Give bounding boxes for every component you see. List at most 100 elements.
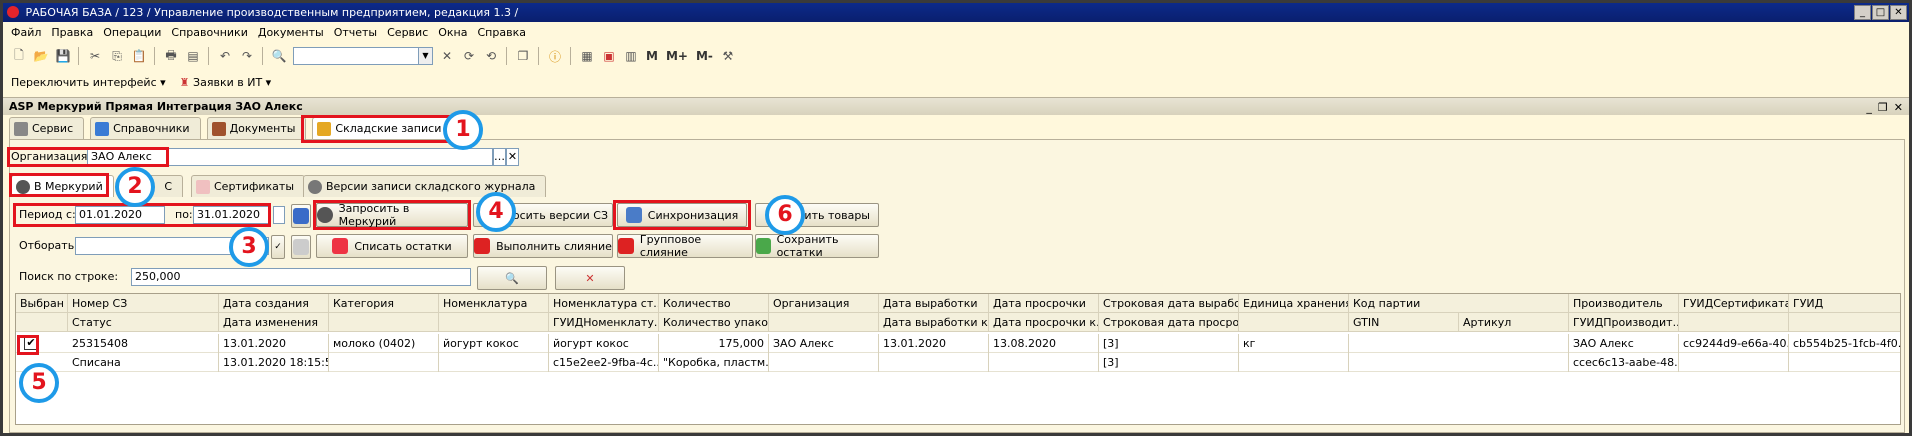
save-rest-button[interactable]: Сохранить остатки [755,233,879,259]
clear-search-button[interactable]: ✕ [555,266,625,290]
tab-catalogs[interactable]: Справочники [90,117,201,139]
chevron-down-icon[interactable]: ▼ [418,48,432,64]
switch-interface-button[interactable]: Переключить интерфейс ▾ [11,76,166,89]
search-input[interactable]: 250,000 [131,268,471,286]
menu-operations[interactable]: Операции [103,26,161,39]
memory-minus-button[interactable]: M- [693,49,716,63]
column-header[interactable]: Количество упако... [659,313,769,332]
tab-service[interactable]: Сервис [9,117,85,139]
calendar-icon[interactable]: ▣ [599,46,619,66]
windows-icon[interactable]: ❐ [513,46,533,66]
column-header[interactable]: Артикул [1459,313,1569,332]
maximize-button[interactable]: □ [1872,5,1889,20]
memory-plus-button[interactable]: M+ [663,49,691,63]
filter-copy-button[interactable] [291,235,311,259]
undo-icon[interactable]: ↶ [215,46,235,66]
preview-icon[interactable]: ▤ [183,46,203,66]
subtab-certificates[interactable]: Сертификаты [191,175,306,197]
copy-icon[interactable]: ⎘ [107,46,127,66]
table-cell [1349,334,1569,353]
column-header[interactable]: ГУИДПроизводит... [1569,313,1679,332]
memory-button[interactable]: M [643,49,661,63]
menu-help[interactable]: Справка [478,26,526,39]
close-button[interactable]: ✕ [1890,5,1907,20]
open-folder-icon[interactable]: 📂 [31,46,51,66]
column-header[interactable]: Код партии [1349,294,1569,313]
column-header[interactable]: Выбран [16,294,68,313]
tools-icon[interactable]: ⚒ [718,46,738,66]
period-from-label: Период с: [19,208,76,221]
calendar-icon[interactable] [273,206,285,224]
column-header[interactable]: Номенклатура [439,294,549,313]
it-requests-button[interactable]: ♜ Заявки в ИТ ▾ [180,76,272,89]
calculator-icon[interactable]: ▦ [577,46,597,66]
column-header[interactable]: Организация [769,294,879,313]
menu-windows[interactable]: Окна [438,26,467,39]
find-next-icon[interactable]: ⟳ [459,46,479,66]
sub-close-button[interactable]: ✕ [1894,99,1903,117]
column-header[interactable]: Дата просрочки [989,294,1099,313]
menu-documents[interactable]: Документы [258,26,324,39]
period-to-input[interactable]: 31.01.2020 [193,206,269,224]
write-off-button[interactable]: Списать остатки [316,234,468,258]
sync-button[interactable]: Синхронизация [617,203,747,227]
column-header[interactable]: Дата выработки [879,294,989,313]
find-prev-icon[interactable]: ⟲ [481,46,501,66]
toolbar-separator [262,47,264,65]
column-header[interactable]: Номенклатура ст... [549,294,659,313]
column-header[interactable]: Категория [329,294,439,313]
column-header[interactable]: Единица хранения [1239,294,1349,313]
tab-warehouse-records[interactable]: Складские записи [312,117,453,139]
org-select-button[interactable]: … [493,148,506,166]
row-select-checkbox[interactable]: ✔ [24,336,38,350]
menu-reports[interactable]: Отчеты [334,26,377,39]
group-merge-button[interactable]: Групповое слияние [617,233,753,259]
request-mercury-button[interactable]: Запросить в Меркурий [316,202,468,228]
minimize-button[interactable]: _ [1854,5,1871,20]
menu-catalogs[interactable]: Справочники [171,26,247,39]
search-button[interactable]: 🔍 [477,266,547,290]
column-header[interactable]: GTIN [1349,313,1459,332]
org-field[interactable]: ЗАО Алекс [87,148,493,166]
new-doc-icon[interactable]: 🗋 [9,46,29,66]
column-header[interactable]: Дата просрочки к... [989,313,1099,332]
column-header[interactable]: Количество [659,294,769,313]
column-header[interactable]: Строковая дата выработ... [1099,294,1239,313]
period-select-button[interactable] [291,204,311,228]
column-header[interactable]: Номер СЗ [68,294,219,313]
clear-icon[interactable]: ✕ [437,46,457,66]
column-header[interactable]: Производитель [1569,294,1679,313]
column-header[interactable]: Дата изменения [219,313,329,332]
merge-button[interactable]: Выполнить слияние [473,234,613,258]
info-icon[interactable]: ⓘ [545,46,565,66]
column-header[interactable]: ГУИДНоменклату... [549,313,659,332]
column-header[interactable]: Статус [68,313,219,332]
period-from-input[interactable]: 01.01.2020 [75,206,165,224]
save-icon[interactable]: 💾 [53,46,73,66]
table-row[interactable]: ✔ 25315408 13.01.2020 молоко (0402) йогу… [16,334,1901,353]
table-icon[interactable]: ▥ [621,46,641,66]
print-icon[interactable]: 🖶 [161,46,181,66]
subtab-journal-versions[interactable]: Версии записи складского журнала [303,175,547,197]
redo-icon[interactable]: ↷ [237,46,257,66]
menu-edit[interactable]: Правка [51,26,93,39]
column-header[interactable]: Строковая дата просроч... [1099,313,1239,332]
cut-icon[interactable]: ✂ [85,46,105,66]
sub-minimize-button[interactable]: _ [1866,99,1872,117]
org-clear-button[interactable]: ✕ [506,148,519,166]
tab-documents[interactable]: Документы [206,117,307,139]
column-header[interactable]: ГУИДСертификата [1679,294,1789,313]
column-header[interactable]: Дата создания [219,294,329,313]
column-header[interactable]: Дата выработки к... [879,313,989,332]
menu-service[interactable]: Сервис [387,26,428,39]
search-icon[interactable]: 🔍 [269,46,289,66]
sub-restore-button[interactable]: ❐ [1878,99,1888,117]
subtab-to-mercury[interactable]: В Меркурий [11,175,114,197]
column-header[interactable]: ГУИД [1789,294,1901,313]
toolbar-search-input[interactable]: ▼ [293,47,433,65]
org-label: Организация: [11,150,92,163]
menu-file[interactable]: Файл [11,26,41,39]
table-row[interactable]: Списана 13.01.2020 18:15:55 c15e2ee2-9fb… [16,353,1900,372]
filter-apply-button[interactable]: ✓ [271,235,285,259]
paste-icon[interactable]: 📋 [129,46,149,66]
